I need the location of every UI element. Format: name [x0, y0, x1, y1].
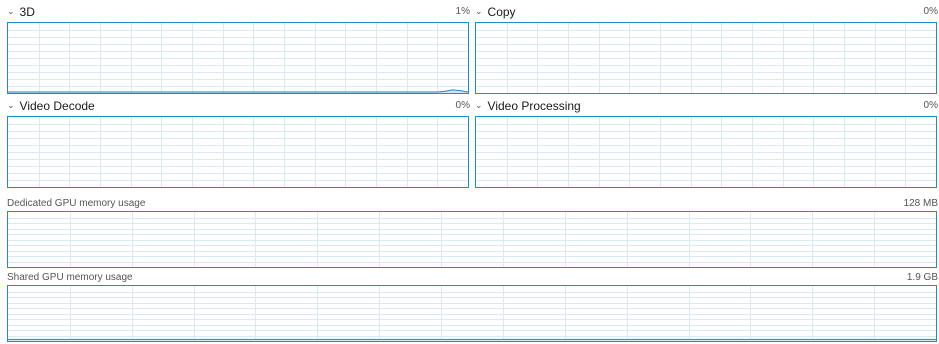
engine-header-3d[interactable]: ⌄ 3D — [7, 5, 35, 19]
engine-percent: 0% — [923, 6, 938, 17]
engine-name: Video Decode — [19, 99, 95, 113]
engine-percent: 0% — [455, 100, 470, 111]
chevron-down-icon[interactable]: ⌄ — [475, 98, 483, 112]
shared-memory-graph — [7, 285, 937, 342]
usage-line — [8, 89, 468, 93]
chevron-down-icon[interactable]: ⌄ — [7, 98, 15, 112]
shared-memory-value: 1.9 GB — [906, 272, 938, 283]
dedicated-memory-label: Dedicated GPU memory usage — [7, 198, 146, 209]
graph-canvas — [476, 117, 936, 187]
usage-area — [8, 89, 468, 93]
engine-percent: 1% — [455, 6, 470, 17]
engine-header-video-processing[interactable]: ⌄ Video Processing — [475, 99, 581, 113]
graph-canvas — [8, 23, 468, 93]
engine-graph-copy — [475, 22, 937, 94]
shared-memory-label: Shared GPU memory usage — [7, 272, 133, 283]
engine-name: Copy — [487, 5, 516, 19]
engine-header-video-decode[interactable]: ⌄ Video Decode — [7, 99, 95, 113]
engine-header-copy[interactable]: ⌄ Copy — [475, 5, 516, 19]
chevron-down-icon[interactable]: ⌄ — [475, 4, 483, 18]
graph-canvas — [476, 23, 936, 93]
graph-canvas — [8, 286, 936, 341]
dedicated-memory-value: 128 MB — [903, 198, 938, 209]
engine-graph-video-decode — [7, 116, 469, 188]
engine-percent: 0% — [923, 100, 938, 111]
chevron-down-icon[interactable]: ⌄ — [7, 4, 15, 18]
engine-name: 3D — [19, 5, 35, 19]
graph-canvas — [8, 117, 468, 187]
engine-graph-video-processing — [475, 116, 937, 188]
dedicated-memory-graph — [7, 211, 937, 268]
engine-name: Video Processing — [487, 99, 581, 113]
engine-graph-3d — [7, 22, 469, 94]
graph-canvas — [8, 212, 936, 267]
